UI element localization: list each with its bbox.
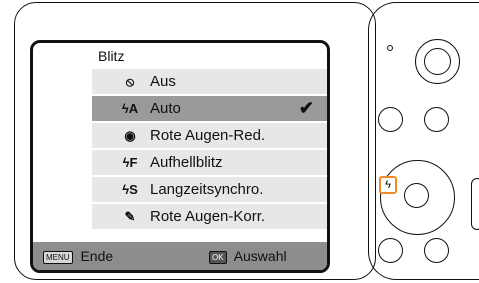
slow-sync-icon: ϟS [122, 182, 138, 197]
camera-button-2[interactable] [424, 107, 449, 132]
menu-item-auto[interactable]: ϟA Auto ✔ [92, 94, 327, 121]
bottom-bar: MENU Ende OK Auswahl [33, 242, 327, 270]
exit-hint[interactable]: MENU Ende [43, 248, 113, 264]
menu-item-rote-augen-red[interactable]: ◉ Rote Augen-Red. [92, 121, 327, 148]
menu-item-aufhellblitz[interactable]: ϟF Aufhellblitz [92, 148, 327, 175]
camera-button-1[interactable] [378, 107, 403, 132]
flash-auto-icon: ϟA [121, 101, 139, 116]
mode-dial-inner [424, 48, 451, 75]
menu-item-aus[interactable]: ⦸ Aus [92, 67, 327, 94]
select-hint[interactable]: OK Auswahl [209, 248, 287, 264]
flash-button-highlight[interactable]: ϟ [379, 176, 397, 194]
red-eye-fix-icon: ✎ [124, 209, 136, 224]
menu-item-label: Langzeitsynchro. [150, 181, 264, 198]
menu-item-label: Aus [150, 73, 176, 90]
menu-item-langzeitsynchro[interactable]: ϟS Langzeitsynchro. [92, 175, 327, 202]
camera-button-4[interactable] [424, 238, 449, 263]
ok-button[interactable] [404, 183, 429, 208]
flash-icon: ϟ [385, 179, 391, 191]
camera-screen: Blitz ⦸ Aus ϟA Auto ✔ ◉ Rote Augen-Red. … [30, 40, 330, 273]
flash-menu: Blitz ⦸ Aus ϟA Auto ✔ ◉ Rote Augen-Red. … [92, 45, 327, 229]
red-eye-icon: ◉ [124, 128, 136, 143]
menu-item-rote-augen-korr[interactable]: ✎ Rote Augen-Korr. [92, 202, 327, 229]
ok-key-icon: OK [209, 250, 227, 264]
indicator-dot [386, 39, 394, 51]
select-label: Auswahl [233, 248, 287, 264]
exit-label: Ende [80, 248, 114, 264]
camera-button-3[interactable] [378, 238, 403, 263]
menu-item-label: Aufhellblitz [150, 154, 223, 171]
side-tab [471, 178, 479, 230]
menu-item-label: Rote Augen-Red. [150, 127, 266, 144]
fill-flash-icon: ϟF [122, 155, 138, 170]
camera-body: Blitz ⦸ Aus ϟA Auto ✔ ◉ Rote Augen-Red. … [0, 0, 479, 283]
check-icon: ✔ [298, 98, 314, 118]
menu-item-label: Rote Augen-Korr. [150, 208, 266, 225]
flash-off-icon: ⦸ [125, 74, 135, 89]
menu-item-label: Auto [150, 100, 181, 117]
menu-title: Blitz [98, 48, 125, 64]
menu-key-icon: MENU [43, 250, 73, 264]
